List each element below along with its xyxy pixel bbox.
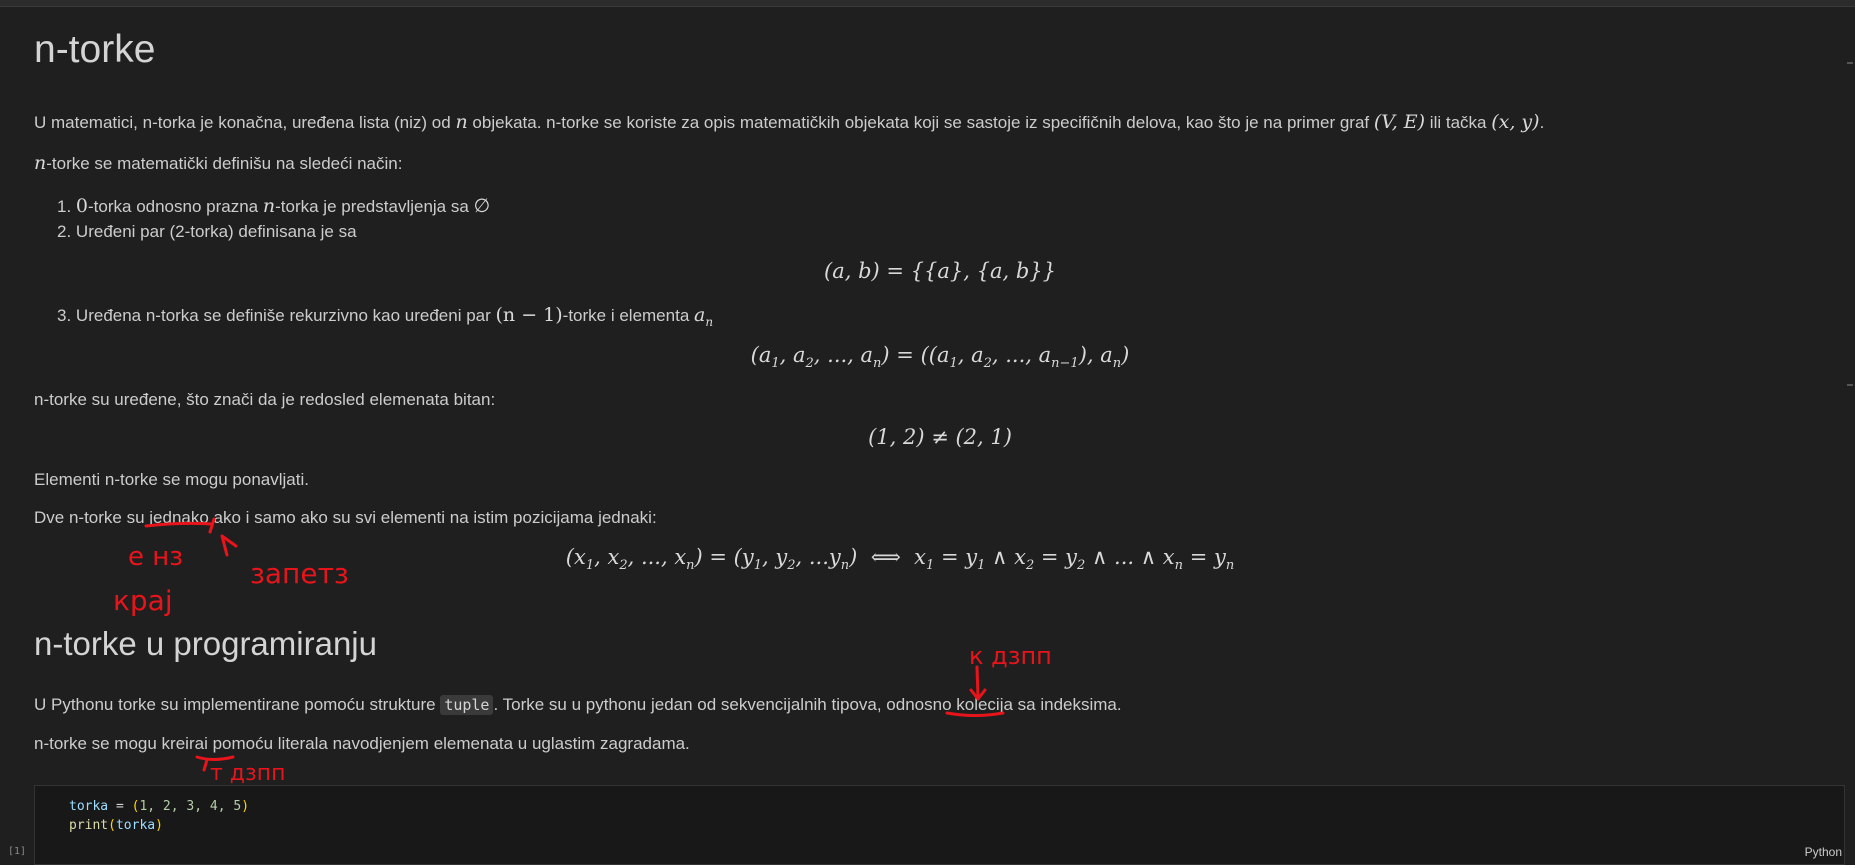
page-title: n-torke [34, 28, 156, 71]
section-heading: n-torke u programiranju [34, 625, 377, 662]
annotation-text: крај [113, 584, 173, 617]
list-number: 2. [57, 222, 72, 241]
equation-equality: (x1, x2, ..., xn) = (y1, y2, ...yn) ⟺ x1… [565, 545, 1235, 574]
scrollbar-marker[interactable] [1847, 384, 1853, 386]
list-text: Uređena n-torka se definiše rekurzivno k… [75, 306, 491, 325]
code-line[interactable]: print(torka) [69, 818, 163, 833]
equality-paragraph: Dve n-torke su jednako ako i samo ako su… [34, 508, 657, 527]
list-text: -torke i elementa [562, 306, 690, 325]
math-empty-set: ∅ [473, 195, 491, 217]
execution-count: [1] [8, 846, 27, 857]
list-text: -torka odnosno prazna [88, 197, 259, 216]
math-point: (x, y) [1491, 111, 1540, 133]
equation-not-equal: (1, 2) ≠ (2, 1) [868, 425, 1012, 449]
scrollbar-marker[interactable] [1847, 62, 1853, 64]
equation-recursive: (a1, a2, ..., an) = ((a1, a2, ..., an−1)… [750, 343, 1130, 372]
list-number: 3. [57, 306, 72, 325]
list-number: 1. [57, 197, 72, 216]
annotation-underline [195, 755, 235, 761]
create-paragraph: n-torke se mogu kreirai pomoću literala … [34, 734, 690, 753]
math-n: n [34, 152, 47, 174]
code-line[interactable]: torka = (1, 2, 3, 4, 5) [69, 799, 249, 814]
intro-text: . [1539, 113, 1545, 132]
intro-paragraph: U matematici, n-torka je konačna, uređen… [34, 111, 1544, 133]
list-text: -torka je predstavljenja sa [275, 197, 469, 216]
math-n: n [455, 111, 468, 133]
definition-intro: n-torke se matematički definišu na slede… [34, 152, 402, 174]
math-zero: 0 [75, 195, 89, 217]
list-item: 2. Uređeni par (2-torka) definisana je s… [57, 222, 357, 242]
python-text: . Torke su u pythonu jedan od sekvencija… [493, 695, 1122, 714]
intro-text: U matematici, n-torka je konačna, uređen… [34, 113, 451, 132]
annotation-text: к дзпп [969, 642, 1052, 670]
math-graph: (V, E) [1373, 111, 1426, 133]
code-cell[interactable]: torka = (1, 2, 3, 4, 5) print(torka) [34, 785, 1845, 865]
intro-text: objekata. n-torke se koriste za opis mat… [472, 113, 1370, 132]
definition-text: -torke se matematički definišu na sledeć… [46, 154, 403, 173]
notebook-editor: n-torke U matematici, n-torka je konačna… [0, 0, 1855, 865]
equation-pair: (a, b) = {{a}, {a, b}} [824, 259, 1056, 283]
math-n-minus-1: (n − 1) [495, 304, 563, 326]
repeat-paragraph: Elementi n-torke se mogu ponavljati. [34, 470, 309, 489]
annotation-text: т дзпп [210, 761, 286, 786]
ordered-paragraph: n-torke su uređene, što znači da je redo… [34, 390, 496, 409]
math-n: n [262, 195, 276, 217]
intro-text: ili tačka [1429, 113, 1487, 132]
inline-code: tuple [440, 695, 494, 715]
python-text: U Pythonu torke su implementirane pomoću… [34, 695, 436, 714]
list-text: Uređeni par (2-torka) definisana je sa [75, 222, 357, 241]
math-a-n: an [694, 304, 714, 329]
annotation-arrow [202, 758, 209, 772]
list-item: 3. Uređena n-torka se definiše rekurzivn… [57, 304, 713, 329]
editor-top-bar [0, 0, 1855, 7]
list-item: 1. 0-torka odnosno prazna n-torka je pre… [57, 195, 490, 217]
python-paragraph: U Pythonu torke su implementirane pomoću… [34, 695, 1122, 715]
language-indicator[interactable]: Python [1805, 845, 1842, 859]
